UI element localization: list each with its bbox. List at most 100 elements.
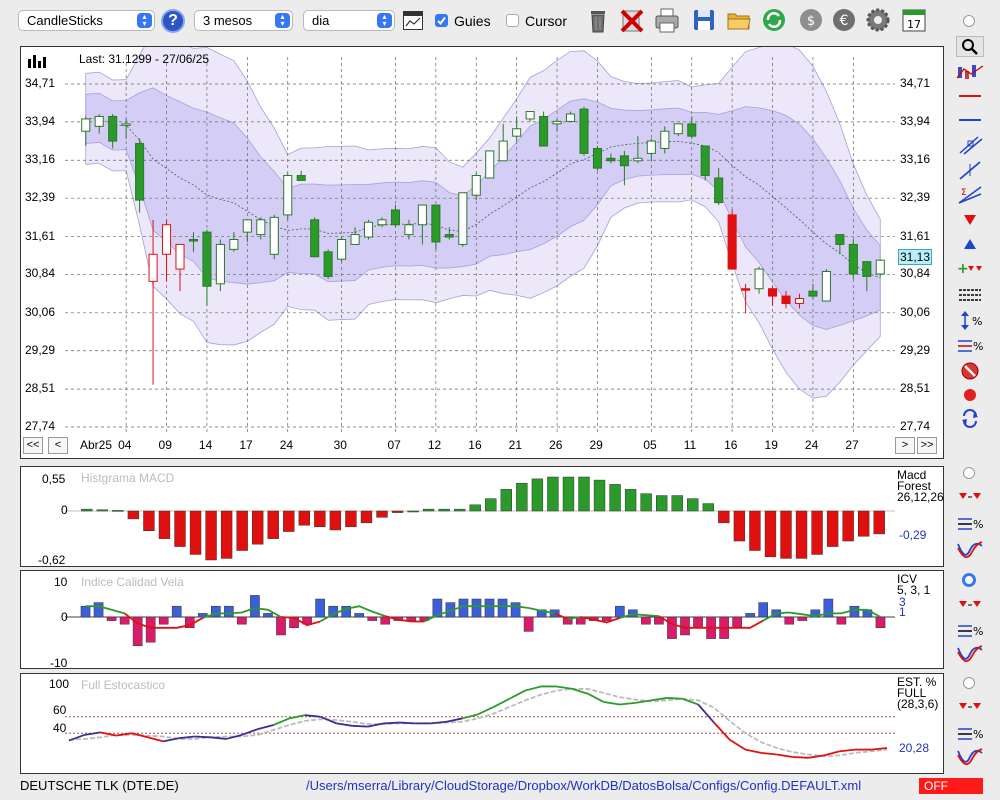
y-tick-left: 29,29: [25, 342, 56, 357]
zoom-icon[interactable]: [956, 36, 984, 57]
x-tick-label: 26: [549, 438, 563, 452]
candle-body: [525, 111, 535, 120]
gear-icon[interactable]: [864, 5, 892, 35]
interval-select[interactable]: dia ▴ ▾: [303, 10, 395, 31]
delete-icon[interactable]: [618, 5, 646, 35]
cursor-checkbox[interactable]: [506, 14, 519, 27]
stoch-curve-icon[interactable]: [956, 747, 984, 768]
macd-percent-icon[interactable]: %: [956, 513, 984, 534]
icv-panel[interactable]: Indice Calidad Vela ICV 5, 3, 1 3 1: [20, 570, 944, 669]
svg-text:%: %: [973, 518, 983, 531]
macd-bar: [656, 495, 668, 512]
icv-bar: [367, 616, 378, 621]
stoch-k-segment: [619, 701, 636, 706]
record-icon[interactable]: [956, 385, 984, 406]
icv-bar: [523, 616, 534, 632]
candle-body: [714, 177, 724, 204]
icv-radio[interactable]: [962, 573, 976, 587]
refresh-icon[interactable]: [760, 5, 788, 35]
stoch-k-segment: [729, 738, 746, 751]
candle-body: [848, 243, 858, 275]
save-icon[interactable]: [690, 5, 718, 35]
icv-bar: [224, 605, 234, 618]
macd-radio[interactable]: [963, 467, 975, 479]
icv-curve-icon[interactable]: [956, 644, 984, 665]
folder-icon[interactable]: [725, 5, 753, 35]
guides-checkbox[interactable]: [435, 14, 448, 27]
no-entry-icon[interactable]: [956, 361, 984, 382]
macd-bar: [345, 510, 357, 528]
candle-body: [808, 290, 818, 297]
macd-bar: [236, 510, 248, 551]
red-line-icon[interactable]: [956, 86, 984, 107]
stoch-value: 20,28: [899, 741, 930, 755]
range-percent-icon[interactable]: %: [956, 310, 984, 331]
stoch-percent-icon[interactable]: %: [956, 723, 984, 744]
macd-curve-icon[interactable]: [956, 540, 984, 561]
icv-percent-icon[interactable]: %: [956, 620, 984, 641]
candle-body: [215, 243, 225, 285]
y-tick-right: 33,94: [900, 113, 931, 128]
dollar-sync-icon[interactable]: $: [797, 5, 825, 35]
macd-bar: [391, 510, 404, 513]
stoch-title: Full Estocastico: [81, 678, 166, 692]
macd-bar: [593, 479, 606, 512]
help-icon[interactable]: ?: [161, 9, 185, 33]
stochastic-panel[interactable]: Full Estocastico EST. % FULL (28,3,6) 20…: [20, 673, 944, 774]
stoch-k-segment: [776, 753, 793, 758]
x-tick-label: 16: [468, 438, 482, 452]
price-chart[interactable]: [21, 47, 943, 458]
nav-prev-button[interactable]: <: [48, 437, 68, 454]
chevron-updown-icon: ▴ ▾: [377, 13, 392, 28]
arrow-down-icon[interactable]: [956, 209, 984, 230]
macd-bar: [329, 510, 342, 531]
config-path-link[interactable]: /Users/mserra/Library/CloudStorage/Dropb…: [306, 778, 861, 793]
sigma-fan-icon[interactable]: Σ: [956, 184, 984, 205]
ticker-label: DEUTSCHE TLK (DTE.DE): [20, 778, 179, 793]
icv-bar: [119, 616, 130, 625]
arrow-up-icon[interactable]: [956, 233, 984, 254]
x-tick-label: 21: [508, 438, 523, 452]
macd-bar: [702, 503, 714, 512]
horizontal-lines-icon[interactable]: [956, 284, 984, 305]
y-tick-right: 28,51: [900, 381, 931, 396]
diagonal-line-icon[interactable]: [956, 160, 984, 181]
chart-type-select[interactable]: CandleSticks ▴ ▾: [18, 10, 155, 31]
icv-value2: 1: [899, 605, 906, 619]
cursor-label: Cursor: [525, 13, 568, 29]
swap-icon[interactable]: [956, 408, 984, 429]
candle-body: [242, 219, 252, 233]
stoch-k-segment: [635, 699, 652, 704]
top-radio[interactable]: [963, 15, 975, 27]
candle-body: [81, 118, 91, 132]
calendar-icon[interactable]: 17: [900, 5, 928, 35]
candle-body: [135, 143, 145, 201]
icv-arrows-icon[interactable]: [956, 595, 984, 616]
printer-icon[interactable]: [653, 5, 681, 35]
price-chart-panel[interactable]: Last: 31.1299 - 27/06/25 31,13: [20, 46, 944, 459]
add-arrows-icon[interactable]: +: [956, 258, 984, 279]
candle-body: [256, 219, 266, 236]
icv-bar: [250, 595, 260, 618]
macd-panel[interactable]: Histgrama MACD Macd Forest 26,12,26 -0,2…: [20, 466, 944, 567]
candle-body: [337, 239, 347, 260]
nav-last-button[interactable]: >>: [917, 437, 937, 454]
trend-channel-icon[interactable]: [956, 135, 984, 156]
trash-icon[interactable]: [584, 5, 612, 35]
x-tick-label: 05: [643, 438, 657, 452]
y-tick-left: 30,06: [25, 304, 56, 319]
chart-window-icon[interactable]: [403, 11, 423, 30]
stoch-radio[interactable]: [963, 677, 975, 689]
percent-lines-icon[interactable]: %: [956, 335, 984, 356]
icv-bar: [276, 616, 286, 636]
period-select[interactable]: 3 mesos ▴ ▾: [194, 10, 293, 31]
candle-body: [229, 239, 239, 250]
blue-line-icon[interactable]: [956, 110, 984, 131]
y-tick-right: 34,71: [900, 76, 931, 90]
macd-arrows-icon[interactable]: [956, 487, 984, 508]
nav-next-button[interactable]: >: [895, 437, 915, 454]
candle-style-icon[interactable]: [956, 62, 984, 83]
stoch-arrows-icon[interactable]: [956, 697, 984, 718]
nav-first-button[interactable]: <<: [23, 437, 43, 454]
euro-icon[interactable]: €: [830, 5, 858, 35]
